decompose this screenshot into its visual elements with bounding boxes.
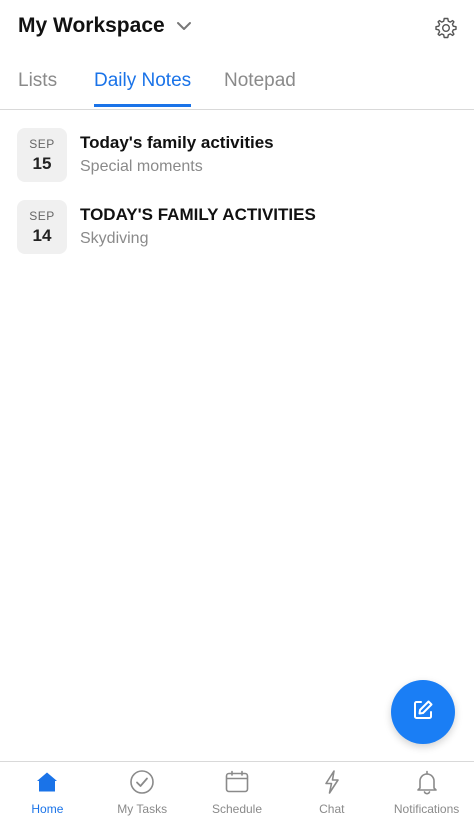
tab-notepad[interactable]: Notepad <box>224 70 296 104</box>
list-item[interactable]: SEP 15 Today's family activities Special… <box>0 120 474 192</box>
nav-label: Notifications <box>393 802 460 816</box>
tab-bar: Lists Daily Notes Notepad <box>0 56 474 110</box>
check-circle-icon <box>129 769 155 795</box>
note-subtitle: Special moments <box>80 158 203 175</box>
chevron-down-icon <box>175 17 193 35</box>
nav-label: My Tasks <box>117 802 168 816</box>
date-badge: SEP 14 <box>17 200 67 254</box>
edit-icon <box>410 697 436 728</box>
note-subtitle: Skydiving <box>80 230 149 247</box>
note-text: TODAY'S FAMILY ACTIVITIES Skydiving <box>80 205 316 248</box>
list-item[interactable]: SEP 14 TODAY'S FAMILY ACTIVITIES Skydivi… <box>0 192 474 264</box>
tab-daily-notes[interactable]: Daily Notes <box>94 70 192 107</box>
bell-icon <box>414 769 440 795</box>
note-text: Today's family activities Special moment… <box>80 133 274 176</box>
notes-list: SEP 15 Today's family activities Special… <box>0 120 474 264</box>
note-title: Today's family activities <box>80 133 274 152</box>
new-note-button[interactable] <box>391 680 455 744</box>
nav-home[interactable]: Home <box>0 762 95 819</box>
date-day: 15 <box>32 153 52 173</box>
app: My Workspace Lists Daily Notes Notepad S… <box>0 0 474 819</box>
date-badge: SEP 15 <box>17 128 67 182</box>
date-day: 14 <box>32 225 52 245</box>
date-month: SEP <box>29 208 55 223</box>
nav-label: Chat <box>319 802 345 816</box>
tab-lists[interactable]: Lists <box>18 70 57 104</box>
header: My Workspace <box>0 0 474 56</box>
bottom-nav: Home My Tasks Schedule Chat Notification… <box>0 761 474 819</box>
workspace-switcher[interactable]: My Workspace <box>18 14 193 38</box>
workspace-title: My Workspace <box>18 14 165 37</box>
gear-icon[interactable] <box>434 16 458 40</box>
nav-label: Home <box>31 802 64 816</box>
lightning-icon <box>319 769 345 795</box>
date-month: SEP <box>29 136 55 151</box>
nav-label: Schedule <box>211 802 263 816</box>
calendar-icon <box>224 769 250 795</box>
note-title: TODAY'S FAMILY ACTIVITIES <box>80 205 316 224</box>
nav-schedule[interactable]: Schedule <box>190 762 285 819</box>
nav-chat[interactable]: Chat <box>284 762 379 819</box>
nav-notifications[interactable]: Notifications <box>379 762 474 819</box>
home-icon <box>34 769 60 795</box>
nav-my-tasks[interactable]: My Tasks <box>95 762 190 819</box>
